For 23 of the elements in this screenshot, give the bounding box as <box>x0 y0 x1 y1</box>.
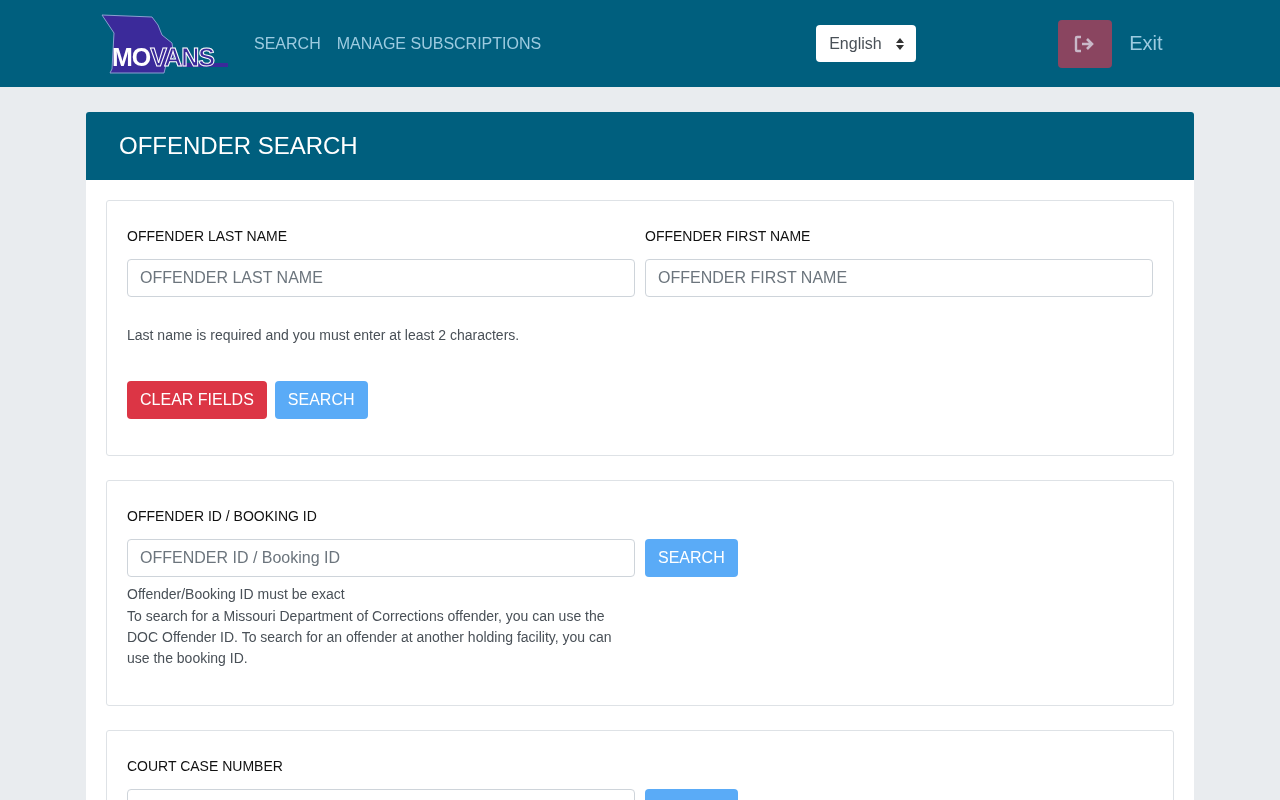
help-text: Offender/Booking ID must be exact <box>127 586 346 602</box>
input-field[interactable]: OFFENDER ID / Booking ID <box>127 539 635 577</box>
nav-link[interactable]: MANAGE SUBSCRIPTIONS <box>336 34 542 53</box>
input-field[interactable]: OFFENDER FIRST NAME <box>645 259 1153 297</box>
help-text: To search for a Missouri Department of Corrections offender, you can use the DOC Offender ID. To search for an offender at another holding facility, you can use the booking ID. <box>127 607 613 668</box>
language-select[interactable]: English <box>816 25 917 62</box>
sort-caret-icon <box>896 37 905 50</box>
card-title: OFFENDER SEARCH <box>119 132 358 160</box>
nav-link[interactable]: SEARCH <box>254 34 321 53</box>
logo-text: VANS <box>150 42 214 72</box>
logo-text: MO <box>112 42 151 72</box>
field-label: OFFENDER FIRST NAME <box>645 228 812 244</box>
input-field[interactable]: OFFENDER LAST NAME <box>127 259 635 297</box>
field-label: COURT CASE NUMBER <box>127 758 284 774</box>
exit-button[interactable] <box>1058 19 1113 68</box>
exit-link[interactable]: Exit <box>1129 32 1163 55</box>
logo[interactable]: MOVANS <box>100 12 232 75</box>
field-label: OFFENDER LAST NAME <box>127 228 288 244</box>
field-label: OFFENDER ID / BOOKING ID <box>127 508 318 524</box>
clear-button[interactable]: CLEAR FIELDS <box>127 381 267 419</box>
search-button[interactable]: SEARCH <box>645 539 738 577</box>
search-button[interactable]: SEARCH <box>274 381 368 419</box>
help-text: Last name is required and you must enter at least 2 characters. <box>127 327 521 343</box>
